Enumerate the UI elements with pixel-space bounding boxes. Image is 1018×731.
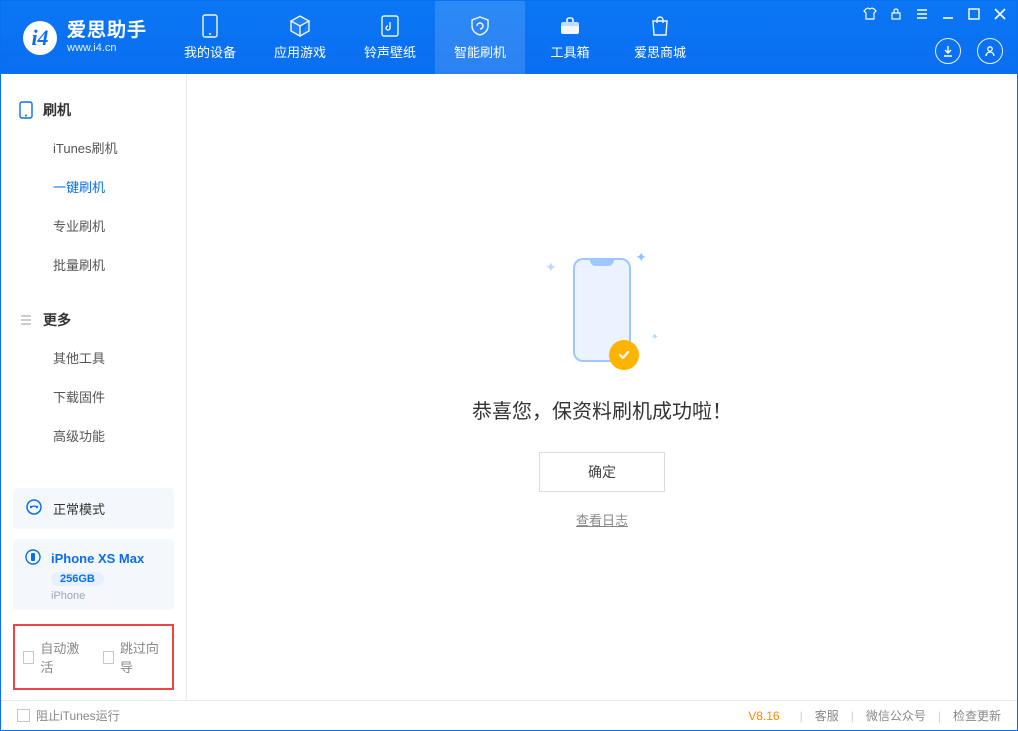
sidebar: 刷机 iTunes刷机 一键刷机 专业刷机 批量刷机 更多 其他工具 下载固件 … — [1, 74, 187, 700]
bag-icon — [649, 14, 671, 38]
sidebar-item-itunes-flash[interactable]: iTunes刷机 — [1, 128, 186, 167]
brand-text: 爱思助手 www.i4.cn — [67, 20, 147, 54]
version-label: V8.16 — [748, 709, 779, 723]
nav-label: 智能刷机 — [454, 42, 506, 61]
nav-label: 铃声壁纸 — [364, 42, 416, 61]
user-icon — [983, 44, 997, 58]
checkbox-auto-activate[interactable]: 自动激活 — [23, 638, 85, 676]
nav-label: 爱思商城 — [634, 42, 686, 61]
window-controls — [863, 7, 1007, 21]
footer-link-wechat[interactable]: 微信公众号 — [866, 707, 926, 724]
brand-logo-icon: i4 — [23, 21, 57, 55]
footer-right: V8.16 | 客服 | 微信公众号 | 检查更新 — [748, 707, 1001, 724]
top-nav: 我的设备 应用游戏 铃声壁纸 智能刷机 工具箱 爱思商城 — [165, 1, 705, 74]
phone-icon — [19, 101, 33, 119]
nav-store[interactable]: 爱思商城 — [615, 1, 705, 74]
checkbox-box-icon — [23, 651, 34, 664]
checkbox-box-icon — [17, 709, 30, 722]
minimize-icon[interactable] — [941, 7, 955, 21]
nav-smart-flash[interactable]: 智能刷机 — [435, 1, 525, 74]
sidebar-item-pro-flash[interactable]: 专业刷机 — [1, 206, 186, 245]
checkbox-box-icon — [103, 651, 114, 664]
success-title: 恭喜您，保资料刷机成功啦！ — [472, 395, 732, 424]
nav-apps-games[interactable]: 应用游戏 — [255, 1, 345, 74]
nav-label: 应用游戏 — [274, 42, 326, 61]
success-illustration: ✦ ✦ ✦ — [537, 245, 667, 375]
sidebar-item-oneclick-flash[interactable]: 一键刷机 — [1, 167, 186, 206]
device-phone-icon — [25, 549, 41, 568]
device-icon — [199, 14, 221, 38]
sparkle-icon: ✦ — [651, 332, 659, 343]
device-type: iPhone — [51, 590, 85, 602]
footer: 阻止iTunes运行 V8.16 | 客服 | 微信公众号 | 检查更新 — [1, 700, 1017, 730]
main-content: ✦ ✦ ✦ 恭喜您，保资料刷机成功啦！ 确定 查看日志 — [187, 74, 1017, 700]
titlebar: i4 爱思助手 www.i4.cn 我的设备 应用游戏 铃声壁纸 智能刷机 — [1, 1, 1017, 74]
app-title: 爱思助手 — [67, 20, 147, 42]
nav-label: 我的设备 — [184, 42, 236, 61]
sidebar-group-more: 更多 — [1, 302, 186, 338]
phone-outline-icon — [573, 258, 631, 362]
download-icon — [941, 44, 955, 58]
checkbox-skip-guide[interactable]: 跳过向导 — [103, 638, 165, 676]
checkbox-block-itunes[interactable]: 阻止iTunes运行 — [17, 707, 120, 724]
sidebar-item-advanced[interactable]: 高级功能 — [1, 416, 186, 455]
nav-my-device[interactable]: 我的设备 — [165, 1, 255, 74]
check-badge-icon — [609, 340, 639, 370]
checkbox-label: 跳过向导 — [120, 638, 164, 676]
view-log-link[interactable]: 查看日志 — [576, 510, 628, 529]
menu-icon[interactable] — [915, 7, 929, 21]
brand-url: www.i4.cn — [67, 42, 147, 55]
mode-icon — [25, 498, 43, 519]
brand: i4 爱思助手 www.i4.cn — [1, 1, 165, 74]
shirt-icon[interactable] — [863, 7, 877, 21]
header-right-actions — [935, 38, 1003, 64]
sparkle-icon: ✦ — [635, 249, 647, 266]
sidebar-item-download-firmware[interactable]: 下载固件 — [1, 377, 186, 416]
nav-ringtone-wallpaper[interactable]: 铃声壁纸 — [345, 1, 435, 74]
device-name: iPhone XS Max — [51, 551, 144, 566]
footer-link-service[interactable]: 客服 — [815, 707, 839, 724]
mode-box[interactable]: 正常模式 — [13, 488, 174, 529]
ok-button[interactable]: 确定 — [539, 452, 665, 492]
footer-link-check-update[interactable]: 检查更新 — [953, 707, 1001, 724]
checkbox-label: 阻止iTunes运行 — [36, 707, 120, 724]
body: 刷机 iTunes刷机 一键刷机 专业刷机 批量刷机 更多 其他工具 下载固件 … — [1, 74, 1017, 700]
sidebar-item-other-tools[interactable]: 其他工具 — [1, 338, 186, 377]
device-storage-badge: 256GB — [51, 572, 104, 586]
refresh-shield-icon — [468, 14, 492, 38]
lock-icon[interactable] — [889, 7, 903, 21]
maximize-icon[interactable] — [967, 7, 981, 21]
app-window: i4 爱思助手 www.i4.cn 我的设备 应用游戏 铃声壁纸 智能刷机 — [0, 0, 1018, 731]
music-file-icon — [379, 14, 401, 38]
sidebar-item-batch-flash[interactable]: 批量刷机 — [1, 245, 186, 284]
checkbox-label: 自动激活 — [40, 638, 84, 676]
cube-icon — [288, 14, 312, 38]
sidebar-group-label: 更多 — [43, 310, 71, 330]
highlighted-checkbox-row: 自动激活 跳过向导 — [13, 624, 174, 690]
nav-toolbox[interactable]: 工具箱 — [525, 1, 615, 74]
sidebar-group-flash: 刷机 — [1, 92, 186, 128]
download-button[interactable] — [935, 38, 961, 64]
list-icon — [19, 313, 33, 327]
device-box[interactable]: iPhone XS Max 256GB iPhone — [13, 539, 174, 610]
close-icon[interactable] — [993, 7, 1007, 21]
sidebar-group-label: 刷机 — [43, 100, 71, 120]
user-button[interactable] — [977, 38, 1003, 64]
sparkle-icon: ✦ — [545, 259, 557, 276]
nav-label: 工具箱 — [551, 42, 590, 61]
mode-label: 正常模式 — [53, 499, 105, 518]
toolbox-icon — [558, 14, 582, 38]
